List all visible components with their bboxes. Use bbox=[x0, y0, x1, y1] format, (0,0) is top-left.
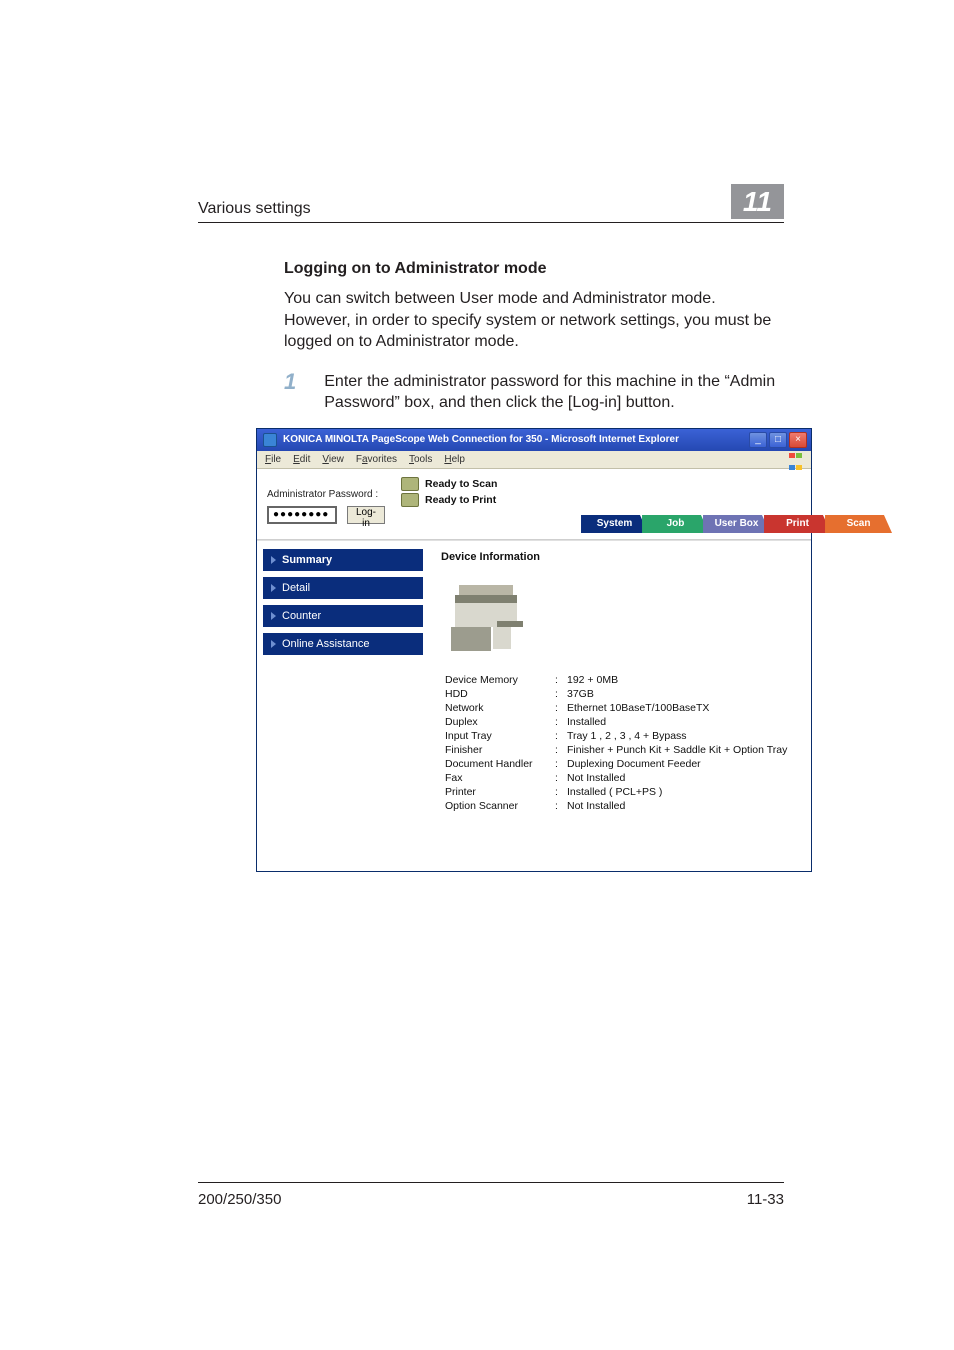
spec-key: Finisher bbox=[441, 743, 551, 757]
printer-icon bbox=[401, 493, 419, 507]
spec-key: Duplex bbox=[441, 715, 551, 729]
window-title: KONICA MINOLTA PageScope Web Connection … bbox=[283, 434, 679, 445]
sidebar-item-label: Detail bbox=[282, 582, 310, 594]
admin-password-label: Administrator Password : bbox=[267, 489, 385, 500]
chevron-right-icon bbox=[271, 640, 276, 648]
menu-edit[interactable]: Edit bbox=[293, 454, 310, 465]
spec-sep: : bbox=[551, 785, 563, 799]
sidebar: Summary Detail Counter Online Assistance bbox=[257, 541, 429, 827]
sidebar-item-detail[interactable]: Detail bbox=[263, 577, 423, 599]
spec-sep: : bbox=[551, 715, 563, 729]
ie-icon bbox=[263, 433, 277, 447]
table-row: Printer:Installed ( PCL+PS ) bbox=[441, 785, 791, 799]
tab-userbox[interactable]: User Box bbox=[703, 515, 770, 533]
spec-key: Printer bbox=[441, 785, 551, 799]
tab-print[interactable]: Print bbox=[764, 515, 831, 533]
sidebar-item-label: Online Assistance bbox=[282, 638, 369, 650]
step-number: 1 bbox=[284, 371, 296, 414]
maximize-button[interactable]: □ bbox=[769, 432, 787, 448]
sidebar-item-label: Summary bbox=[282, 554, 332, 566]
spec-sep: : bbox=[551, 771, 563, 785]
browser-window: KONICA MINOLTA PageScope Web Connection … bbox=[256, 428, 812, 872]
spec-key: Fax bbox=[441, 771, 551, 785]
table-row: Option Scanner:Not Installed bbox=[441, 799, 791, 813]
table-row: Fax:Not Installed bbox=[441, 771, 791, 785]
ready-scan-label: Ready to Scan bbox=[425, 478, 497, 490]
spec-sep: : bbox=[551, 687, 563, 701]
sidebar-item-summary[interactable]: Summary bbox=[263, 549, 423, 571]
spec-value: Installed bbox=[563, 715, 791, 729]
menu-view[interactable]: View bbox=[322, 454, 344, 465]
minimize-button[interactable]: _ bbox=[749, 432, 767, 448]
windows-flag-icon bbox=[789, 453, 805, 467]
spec-value: Finisher + Punch Kit + Saddle Kit + Opti… bbox=[563, 743, 791, 757]
running-head: Various settings bbox=[198, 200, 311, 218]
browser-menubar: File Edit View Favorites Tools Help bbox=[257, 451, 811, 469]
section-heading: Logging on to Administrator mode bbox=[284, 260, 784, 278]
spec-value: Not Installed bbox=[563, 799, 791, 813]
sidebar-item-counter[interactable]: Counter bbox=[263, 605, 423, 627]
table-row: Finisher:Finisher + Punch Kit + Saddle K… bbox=[441, 743, 791, 757]
spec-sep: : bbox=[551, 799, 563, 813]
admin-password-input[interactable] bbox=[267, 506, 337, 524]
footer-page: 11-33 bbox=[747, 1191, 784, 1208]
tab-job[interactable]: Job bbox=[642, 515, 709, 533]
window-titlebar: KONICA MINOLTA PageScope Web Connection … bbox=[257, 429, 811, 451]
table-row: Document Handler:Duplexing Document Feed… bbox=[441, 757, 791, 771]
sidebar-item-online-assistance[interactable]: Online Assistance bbox=[263, 633, 423, 655]
spec-key: Document Handler bbox=[441, 757, 551, 771]
table-row: Input Tray:Tray 1 , 2 , 3 , 4 + Bypass bbox=[441, 729, 791, 743]
ready-print-label: Ready to Print bbox=[425, 494, 496, 506]
spec-sep: : bbox=[551, 729, 563, 743]
spec-key: Network bbox=[441, 701, 551, 715]
footer-model: 200/250/350 bbox=[198, 1191, 281, 1208]
spec-value: 37GB bbox=[563, 687, 791, 701]
scanner-icon bbox=[401, 477, 419, 491]
spec-key: Option Scanner bbox=[441, 799, 551, 813]
device-info-heading: Device Information bbox=[441, 551, 799, 563]
chevron-right-icon bbox=[271, 556, 276, 564]
menu-favorites[interactable]: Favorites bbox=[356, 454, 397, 465]
spec-value: Ethernet 10BaseT/100BaseTX bbox=[563, 701, 791, 715]
sidebar-item-label: Counter bbox=[282, 610, 321, 622]
menu-file[interactable]: File bbox=[265, 454, 281, 465]
spec-sep: : bbox=[551, 701, 563, 715]
tab-system[interactable]: System bbox=[581, 515, 648, 533]
menu-help[interactable]: Help bbox=[444, 454, 465, 465]
table-row: Network:Ethernet 10BaseT/100BaseTX bbox=[441, 701, 791, 715]
spec-key: Input Tray bbox=[441, 729, 551, 743]
device-illustration bbox=[441, 573, 799, 659]
spec-value: Tray 1 , 2 , 3 , 4 + Bypass bbox=[563, 729, 791, 743]
spec-value: Installed ( PCL+PS ) bbox=[563, 785, 791, 799]
section-paragraph: You can switch between User mode and Adm… bbox=[284, 288, 784, 353]
device-spec-table: Device Memory:192 + 0MBHDD:37GBNetwork:E… bbox=[441, 673, 791, 813]
spec-sep: : bbox=[551, 673, 563, 687]
spec-value: Not Installed bbox=[563, 771, 791, 785]
spec-value: Duplexing Document Feeder bbox=[563, 757, 791, 771]
spec-key: Device Memory bbox=[441, 673, 551, 687]
login-button[interactable]: Log-in bbox=[347, 506, 385, 524]
table-row: Duplex:Installed bbox=[441, 715, 791, 729]
close-button[interactable]: × bbox=[789, 432, 807, 448]
spec-sep: : bbox=[551, 743, 563, 757]
spec-key: HDD bbox=[441, 687, 551, 701]
chevron-right-icon bbox=[271, 612, 276, 620]
step-text: Enter the administrator password for thi… bbox=[324, 371, 784, 414]
chevron-right-icon bbox=[271, 584, 276, 592]
table-row: HDD:37GB bbox=[441, 687, 791, 701]
tab-scan[interactable]: Scan bbox=[825, 515, 892, 533]
spec-value: 192 + 0MB bbox=[563, 673, 791, 687]
menu-tools[interactable]: Tools bbox=[409, 454, 432, 465]
chapter-number: 11 bbox=[731, 184, 784, 219]
spec-sep: : bbox=[551, 757, 563, 771]
table-row: Device Memory:192 + 0MB bbox=[441, 673, 791, 687]
